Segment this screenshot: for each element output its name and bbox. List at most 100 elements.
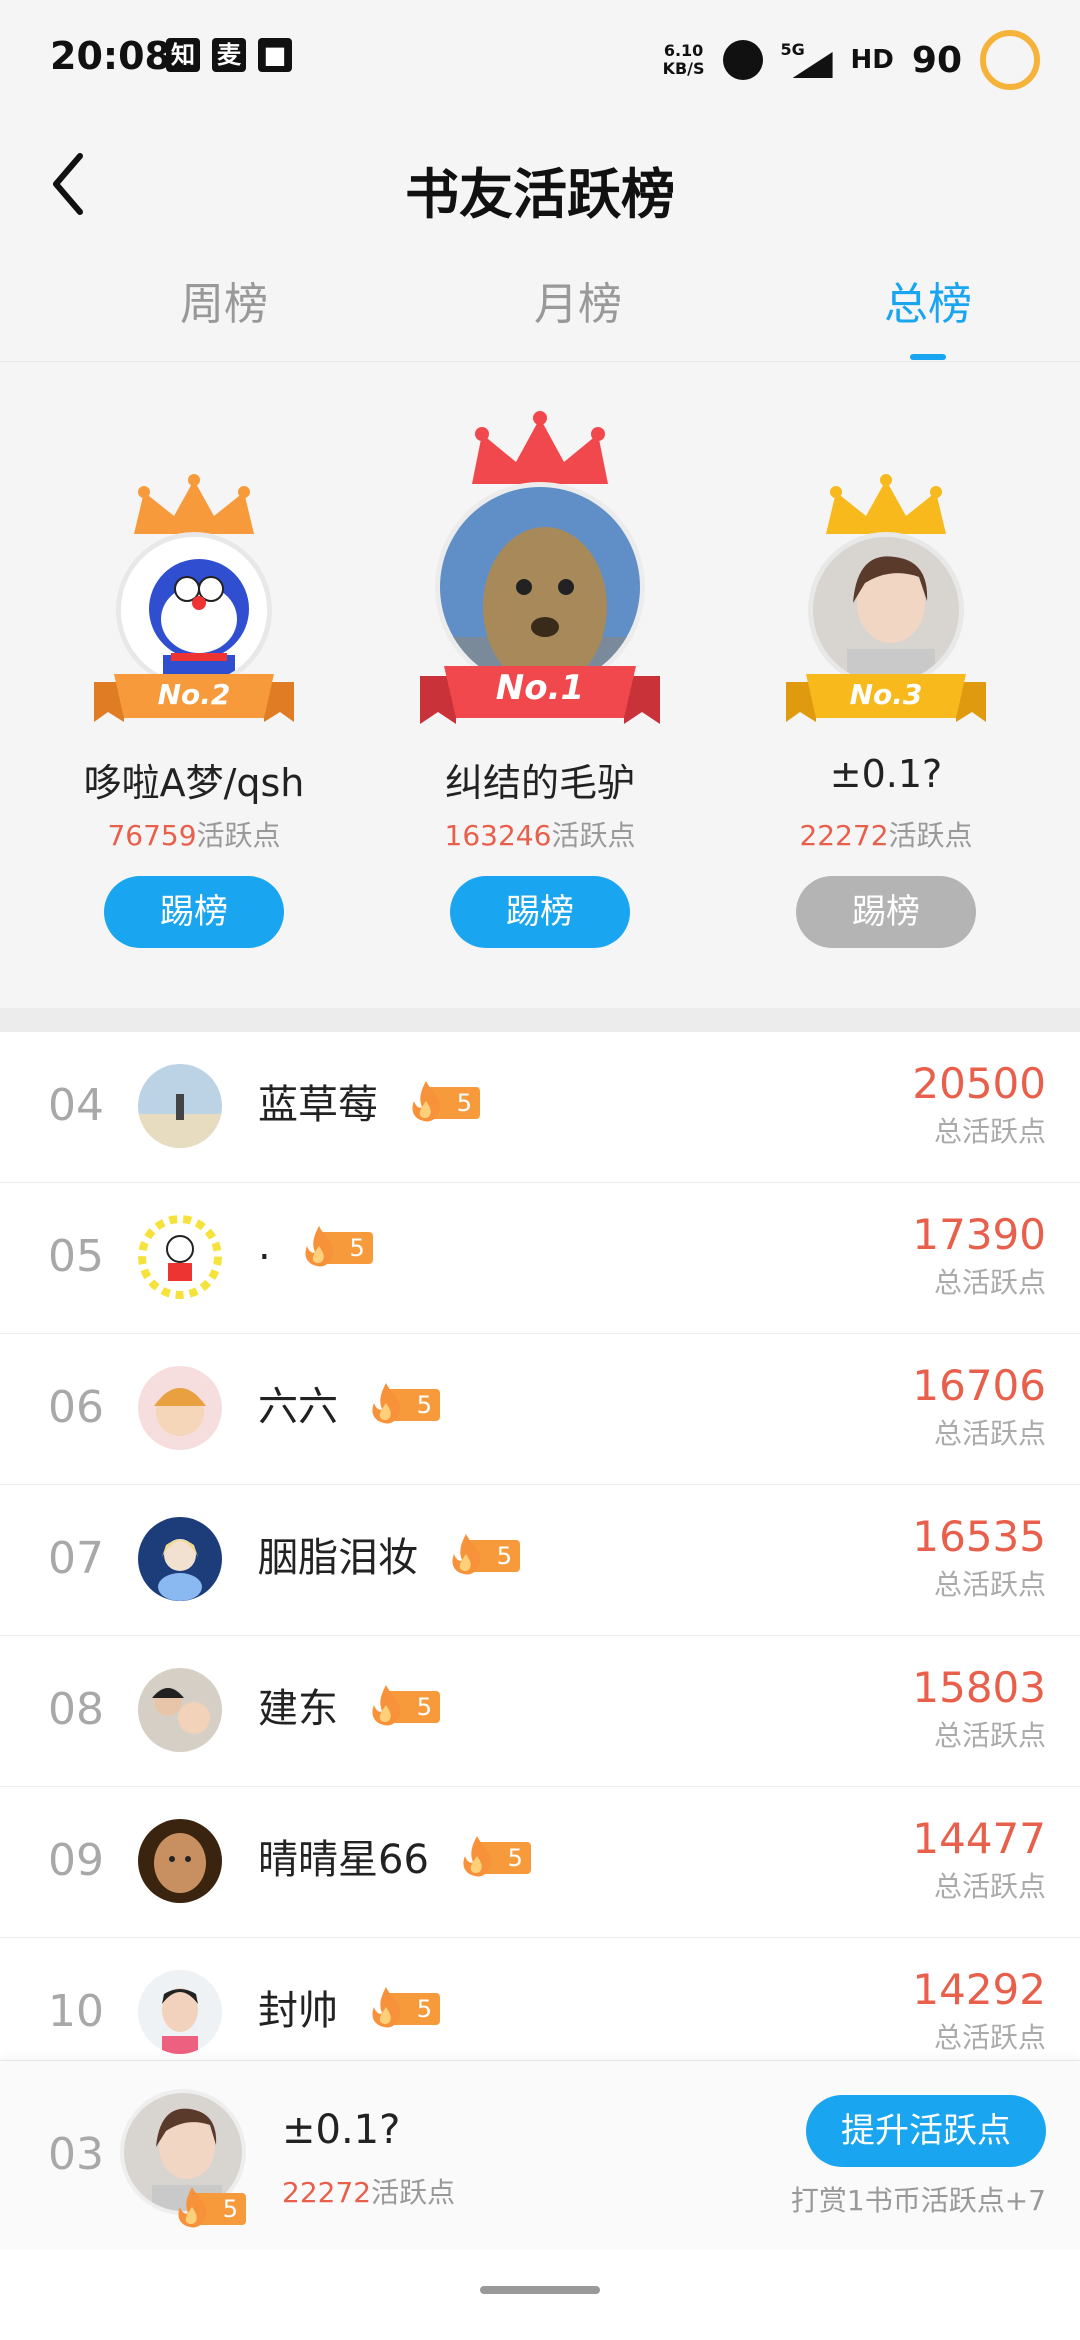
avatar[interactable] [138, 1819, 222, 1903]
table-row[interactable]: 04 蓝草莓 5 20500 总活跃点 [0, 1032, 1080, 1183]
tab-total[interactable]: 总榜 [828, 268, 1028, 332]
man-avatar-image [138, 1970, 222, 2054]
podium-points: 76759活跃点 [14, 814, 374, 854]
bag-app-icon: ■ [258, 38, 292, 72]
avatar[interactable] [138, 1064, 222, 1148]
points-value: 16535 [912, 1512, 1046, 1561]
points-value: 22272 [799, 819, 889, 852]
family-avatar-image [138, 1668, 222, 1752]
hd-icon: HD [850, 45, 894, 75]
tab-active-indicator [910, 354, 946, 360]
points-value: 20500 [912, 1059, 1046, 1108]
rank-number: 10 [48, 1986, 104, 2037]
flame-icon [372, 1383, 401, 1424]
name-group: 晴晴星66 5 [258, 1827, 533, 1885]
kick-button[interactable]: 踢榜 [104, 876, 284, 948]
avatar[interactable] [138, 1366, 222, 1450]
level-badge: 5 [406, 1081, 482, 1122]
level-badge: 5 [366, 1685, 442, 1726]
podium-first: No.1 纠结的毛驴 163246活跃点 踢榜 [360, 362, 720, 1008]
level-badge: 5 [446, 1534, 522, 1575]
name-group: 六六 5 [258, 1374, 442, 1432]
table-row[interactable]: 05 . 5 17390 总活跃点 [0, 1183, 1080, 1334]
ranking-list: 04 蓝草莓 5 20500 总活跃点 05 . 5 17390 总活跃点 06… [0, 1032, 1080, 2089]
points-group: 16535 总活跃点 [912, 1511, 1046, 1603]
level-badge: 5 [172, 2187, 248, 2228]
mai-app-icon: 麦 [212, 38, 246, 72]
rank-number: 09 [48, 1835, 104, 1886]
status-time: 20:08 [50, 34, 171, 78]
avatar[interactable] [138, 1668, 222, 1752]
points-value: 14477 [912, 1814, 1046, 1863]
podium-points: 163246活跃点 [360, 814, 720, 854]
my-rank-number: 03 [48, 2129, 104, 2180]
points-value: 16706 [912, 1361, 1046, 1410]
points-unit: 活跃点 [551, 819, 636, 852]
battery-level: 90 [911, 39, 962, 81]
table-row[interactable]: 08 建东 5 15803 总活跃点 [0, 1636, 1080, 1787]
user-name: 建东 [258, 1686, 338, 1732]
points-unit: 活跃点 [888, 819, 973, 852]
level-badge: 5 [366, 1383, 442, 1424]
tab-weekly[interactable]: 周榜 [124, 268, 324, 332]
points-value: 163246 [444, 819, 552, 852]
points-label: 总活跃点 [933, 1266, 1046, 1299]
points-value: 22272 [282, 2176, 372, 2209]
page-title: 书友活跃榜 [405, 163, 675, 226]
name-group: 建东 5 [258, 1676, 442, 1734]
face-avatar-image [138, 1819, 222, 1903]
battery-icon [980, 30, 1040, 90]
vpn-icon [722, 40, 763, 80]
user-name: 六六 [258, 1384, 338, 1430]
avatar[interactable] [138, 1215, 222, 1299]
flame-icon [305, 1226, 333, 1267]
user-name: 晴晴星66 [258, 1837, 429, 1883]
anime-avatar-image [138, 1366, 222, 1450]
my-rank-bar: 03 5 ±0.1? 22272活跃点 提升活跃点 打赏1书币活跃点+7 [0, 2060, 1080, 2250]
boost-activity-button[interactable]: 提升活跃点 [806, 2095, 1046, 2167]
rank-number: 08 [48, 1684, 104, 1735]
level-badge: 5 [366, 1987, 442, 2028]
table-row[interactable]: 07 胭脂泪妆 5 16535 总活跃点 [0, 1485, 1080, 1636]
flame-icon [372, 1987, 401, 2028]
status-bar: 20:08 知 麦 ■ 6.10 KB/S 5G HD 90 [0, 0, 1080, 120]
flame-icon [412, 1081, 441, 1122]
podium-name: 哆啦A梦/qsh [83, 761, 305, 805]
points-group: 14477 总活跃点 [912, 1813, 1046, 1905]
tab-bar: 周榜 月榜 总榜 [0, 250, 1080, 362]
user-name: 胭脂泪妆 [258, 1535, 418, 1581]
kick-button[interactable]: 踢榜 [450, 876, 630, 948]
signal-icon: 5G [781, 40, 833, 80]
kick-button[interactable]: 踢榜 [796, 876, 976, 948]
boost-tip: 打赏1书币活跃点+7 [790, 2184, 1046, 2217]
points-label: 总活跃点 [933, 1568, 1046, 1601]
points-group: 14292 总活跃点 [912, 1964, 1046, 2056]
points-label: 总活跃点 [933, 1115, 1046, 1148]
navigation-bar [0, 2250, 1080, 2340]
tab-monthly[interactable]: 月榜 [478, 268, 678, 332]
points-label: 总活跃点 [933, 1417, 1046, 1450]
podium: No.2 哆啦A梦/qsh 76759活跃点 踢榜 No.1 纠结的毛驴 163… [0, 362, 1080, 1008]
table-row[interactable]: 06 六六 5 16706 总活跃点 [0, 1334, 1080, 1485]
points-unit: 活跃点 [371, 2176, 456, 2209]
rank-label: No.2 [157, 678, 231, 711]
my-name: ±0.1? [282, 2107, 401, 2153]
home-indicator[interactable] [480, 2286, 600, 2294]
user-name: 封帅 [258, 1988, 338, 2034]
points-label: 总活跃点 [933, 1870, 1046, 1903]
rank-number: 05 [48, 1231, 104, 1282]
status-right: 6.10 KB/S 5G HD 90 [663, 30, 1040, 90]
points-value: 15803 [912, 1663, 1046, 1712]
table-row[interactable]: 09 晴晴星66 5 14477 总活跃点 [0, 1787, 1080, 1938]
points-value: 17390 [912, 1210, 1046, 1259]
avatar[interactable] [138, 1517, 222, 1601]
zhihu-app-icon: 知 [166, 38, 200, 72]
rank-number: 06 [48, 1382, 104, 1433]
header: 书友活跃榜 [0, 120, 1080, 250]
network-type: 5G [780, 40, 805, 59]
avatar[interactable] [138, 1970, 222, 2054]
flame-icon [372, 1685, 401, 1726]
podium-second: No.2 哆啦A梦/qsh 76759活跃点 踢榜 [14, 362, 374, 1008]
user-name: . [258, 1223, 271, 1269]
points-label: 总活跃点 [933, 2021, 1046, 2054]
